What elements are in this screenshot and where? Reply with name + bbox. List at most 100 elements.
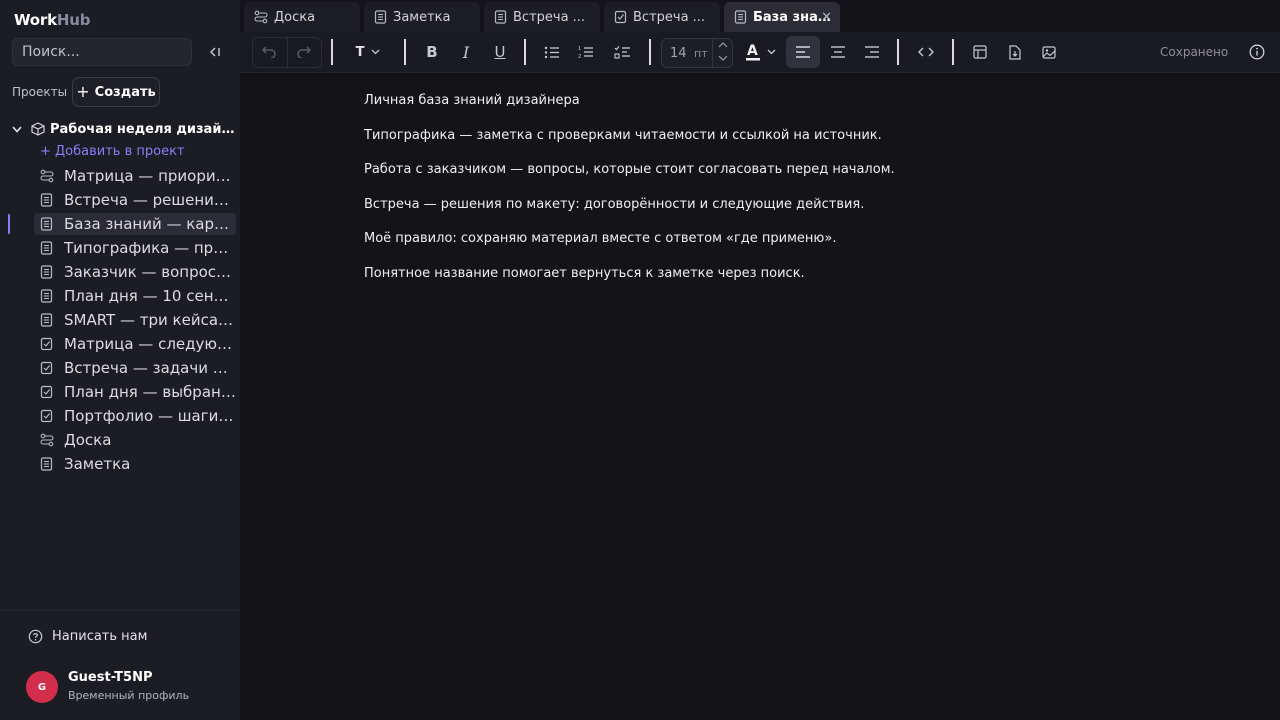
svg-text:2: 2 — [578, 54, 581, 59]
editor-content[interactable]: Личная база знаний дизайнера Типографика … — [240, 73, 1280, 720]
redo-button[interactable] — [287, 36, 321, 68]
align-left-button[interactable] — [786, 36, 820, 68]
numbered-list-button[interactable]: 12 — [570, 36, 602, 68]
insert-table-button[interactable] — [963, 36, 997, 68]
note-icon — [40, 457, 64, 471]
checklist-button[interactable] — [606, 36, 638, 68]
search-input[interactable] — [12, 38, 192, 66]
svg-text:A: A — [747, 43, 758, 59]
bold-button[interactable]: B — [416, 36, 448, 68]
contact-us-button[interactable]: Написать нам — [28, 629, 147, 644]
image-icon — [1042, 45, 1056, 59]
insert-file-button[interactable] — [997, 36, 1031, 68]
app-logo[interactable]: WorkHub — [14, 11, 90, 29]
info-button[interactable] — [1243, 36, 1271, 68]
toolbar-divider — [897, 39, 899, 65]
note-icon — [40, 265, 64, 279]
editor-paragraph[interactable]: Работа с заказчиком — вопросы, которые с… — [364, 162, 895, 177]
project-items-list: Матрица — приорите... Встреча — решения п… — [0, 164, 240, 476]
sidebar-item-label: План дня — 10 сентяб... — [64, 287, 236, 305]
undo-button[interactable] — [252, 36, 286, 68]
plus-icon: + — [76, 82, 90, 101]
sidebar-item[interactable]: Встреча — задачи пос... — [0, 356, 240, 380]
sidebar-item-label: Заметка — [64, 455, 131, 473]
sidebar-footer: Написать нам G Guest-T5NP Временный проф… — [0, 610, 240, 720]
text-style-label: T — [355, 44, 365, 60]
chevron-down-icon[interactable] — [718, 55, 728, 61]
tab[interactable]: Доска — [244, 2, 360, 32]
code-button[interactable] — [909, 36, 943, 68]
sidebar-item[interactable]: План дня — 10 сентяб... — [0, 284, 240, 308]
tab-bar: Доска Заметка Встреча ... Встреча ... База з… — [240, 0, 1280, 32]
underline-icon: U — [494, 43, 506, 61]
editor-paragraph[interactable]: Моё правило: сохраняю материал вместе с … — [364, 231, 836, 246]
project-tree-root[interactable]: Рабочая неделя дизайнер... — [8, 118, 240, 140]
projects-label: Проекты — [12, 85, 68, 99]
create-button[interactable]: + Создать — [72, 77, 160, 107]
sidebar-item[interactable]: План дня — выбранн... — [0, 380, 240, 404]
align-right-icon — [864, 46, 879, 58]
bullet-list-button[interactable] — [536, 36, 568, 68]
editor-paragraph[interactable]: Личная база знаний дизайнера — [364, 93, 580, 108]
sidebar-item[interactable]: База знаний — карта ... — [0, 212, 240, 236]
underline-button[interactable]: U — [484, 36, 516, 68]
chevron-down-icon — [767, 49, 775, 55]
help-circle-icon — [28, 629, 43, 644]
sidebar: WorkHub Проекты + Создать Рабочая неделя… — [0, 0, 240, 720]
close-tab-icon[interactable]: ✕ — [821, 10, 832, 25]
tab[interactable]: Заметка — [364, 2, 480, 32]
font-size-unit: пт — [694, 47, 708, 60]
toolbar-divider — [404, 39, 406, 65]
note-icon — [494, 10, 507, 24]
info-icon — [1249, 44, 1265, 60]
note-icon — [40, 289, 64, 303]
collapse-sidebar-button[interactable] — [204, 42, 226, 62]
editor-paragraph[interactable]: Встреча — решения по макету: договорённо… — [364, 197, 864, 212]
chevron-down-icon[interactable] — [8, 125, 26, 133]
align-center-button[interactable] — [821, 36, 855, 68]
sidebar-item[interactable]: Типографика — пров... — [0, 236, 240, 260]
tab[interactable]: База зна... ✕ — [724, 2, 840, 32]
file-download-icon — [1008, 44, 1021, 60]
font-size-arrows — [712, 39, 733, 67]
text-style-dropdown[interactable]: T — [348, 36, 388, 68]
sidebar-item[interactable]: Заметка — [0, 452, 240, 476]
align-center-icon — [830, 46, 845, 58]
task-icon — [40, 409, 64, 423]
sidebar-item[interactable]: Матрица — приорите... — [0, 164, 240, 188]
tab[interactable]: Встреча ... — [484, 2, 600, 32]
user-subtitle: Временный профиль — [68, 689, 190, 702]
sidebar-item-label: Матрица — следующ... — [64, 335, 236, 353]
sidebar-item[interactable]: Портфолио — шаги к ... — [0, 404, 240, 428]
sidebar-item-label: Доска — [64, 431, 112, 449]
task-icon — [614, 10, 627, 24]
sidebar-item-label: Заказчик — вопросы ... — [64, 263, 236, 281]
editor-paragraph[interactable]: Понятное название помогает вернуться к з… — [364, 266, 805, 281]
chevron-up-icon[interactable] — [718, 42, 728, 48]
sidebar-item[interactable]: Доска — [0, 428, 240, 452]
editor-paragraph[interactable]: Типографика — заметка с проверками читае… — [364, 128, 882, 143]
sidebar-item[interactable]: Встреча — решения п... — [0, 188, 240, 212]
sidebar-item[interactable]: Матрица — следующ... — [0, 332, 240, 356]
font-size-value: 14 — [670, 46, 687, 61]
add-to-project-link[interactable]: + Добавить в проект — [40, 144, 185, 159]
task-icon — [40, 361, 64, 375]
sidebar-item-label: Встреча — задачи пос... — [64, 359, 236, 377]
editor-toolbar: T B I U 12 14 пт A Сохранено — [240, 32, 1280, 73]
font-size-stepper[interactable]: 14 пт — [661, 38, 733, 68]
text-color-dropdown[interactable]: A — [740, 36, 780, 68]
sidebar-item[interactable]: Заказчик — вопросы ... — [0, 260, 240, 284]
insert-image-button[interactable] — [1032, 36, 1066, 68]
task-icon — [40, 337, 64, 351]
tab[interactable]: Встреча ... — [604, 2, 720, 32]
sidebar-item[interactable]: SMART — три кейса п... — [0, 308, 240, 332]
user-name: Guest-T5NP — [68, 670, 153, 685]
tab-label: Встреча ... — [513, 9, 586, 25]
note-icon — [40, 217, 64, 231]
italic-button[interactable]: I — [450, 36, 482, 68]
avatar[interactable]: G — [26, 671, 58, 703]
toolbar-divider — [952, 39, 954, 65]
create-button-label: Создать — [94, 84, 156, 100]
align-right-button[interactable] — [855, 36, 889, 68]
note-icon — [374, 10, 387, 24]
